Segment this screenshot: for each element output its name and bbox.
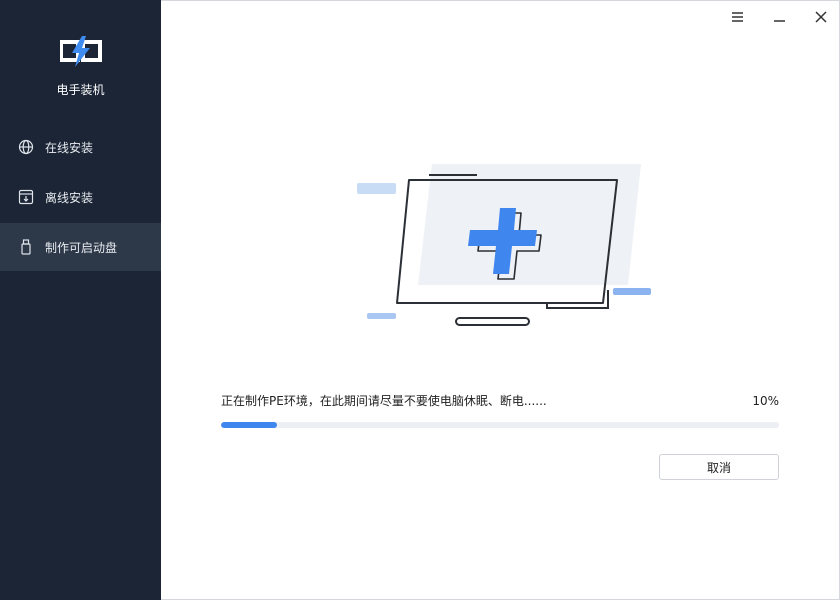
sidebar-item-label: 在线安装 — [45, 140, 94, 155]
minimize-icon — [773, 20, 785, 22]
progress-percent: 10% — [752, 394, 779, 408]
sidebar-item-make-bootable-disk[interactable]: 制作可启动盘 — [0, 223, 161, 271]
app-logo-icon — [60, 36, 102, 67]
usb-drive-icon — [17, 238, 35, 256]
progress-bar — [221, 422, 779, 428]
sidebar: 电手装机 在线安装 离线安装 制作可启动盘 — [0, 0, 161, 600]
app-name: 电手装机 — [56, 83, 105, 97]
minimize-button[interactable] — [768, 6, 790, 28]
sidebar-item-label: 制作可启动盘 — [45, 240, 118, 255]
globe-icon — [17, 138, 35, 156]
close-button[interactable] — [810, 6, 832, 28]
progress-status-text: 正在制作PE环境，在此期间请尽量不要使电脑休眠、断电...... — [221, 394, 547, 408]
sidebar-item-offline-install[interactable]: 离线安装 — [0, 173, 161, 221]
cancel-button[interactable]: 取消 — [659, 454, 779, 480]
download-box-icon — [17, 188, 35, 206]
monitor-plus-icon — [357, 164, 651, 326]
sidebar-item-label: 离线安装 — [45, 190, 94, 205]
progress-bar-fill — [221, 422, 277, 428]
menu-button[interactable] — [726, 6, 748, 28]
close-icon — [815, 11, 827, 23]
menu-icon — [731, 12, 743, 22]
sidebar-item-online-install[interactable]: 在线安装 — [0, 123, 161, 171]
